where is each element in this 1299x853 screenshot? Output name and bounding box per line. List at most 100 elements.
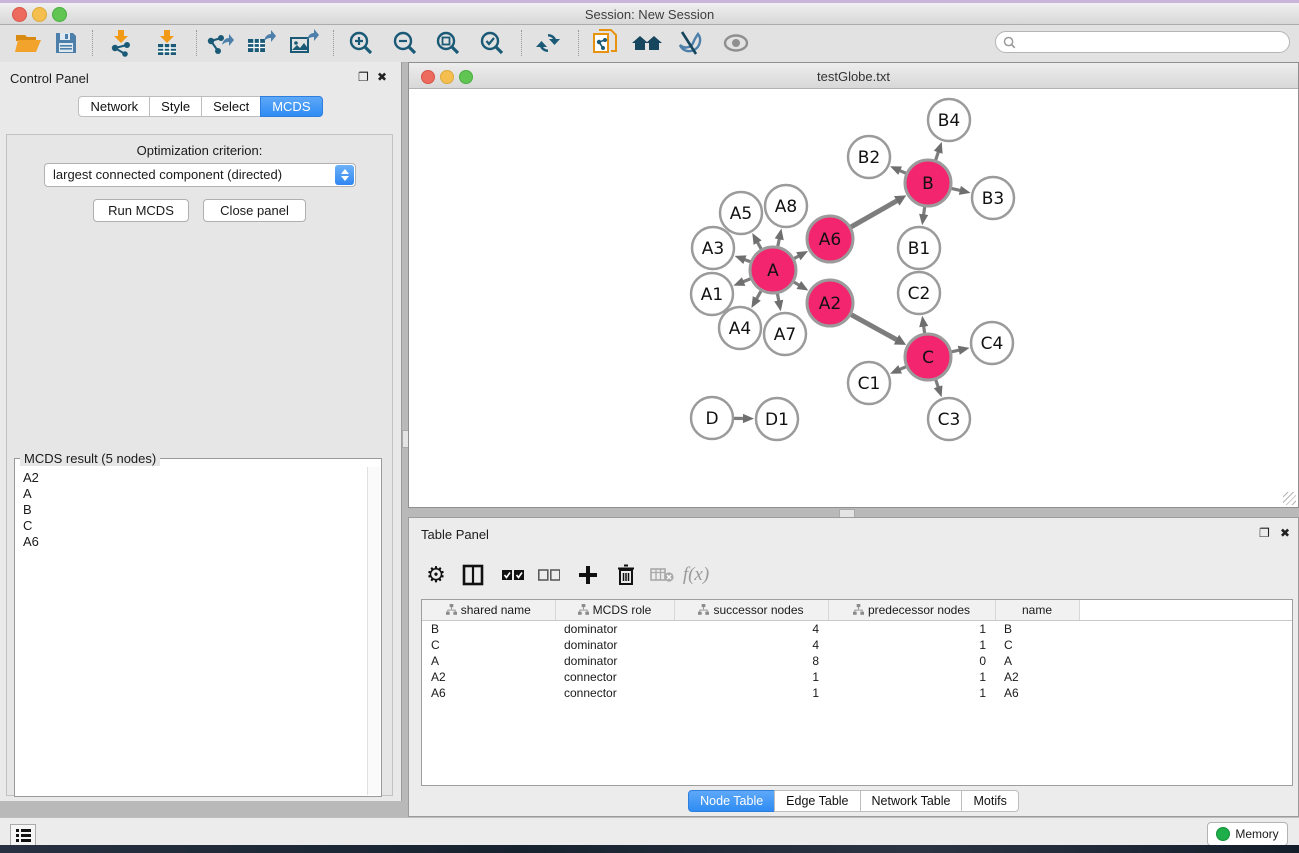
table-cell[interactable]: connector xyxy=(555,669,674,685)
table-cell[interactable]: C xyxy=(422,637,555,653)
table-cell[interactable]: A6 xyxy=(995,685,1079,701)
table-row[interactable]: Bdominator41B xyxy=(422,621,1293,638)
result-item[interactable]: C xyxy=(23,518,368,534)
show-hide-graphics-icon[interactable] xyxy=(719,26,753,60)
table-cell[interactable]: 1 xyxy=(828,637,995,653)
float-panel-icon[interactable]: ❐ xyxy=(358,71,369,83)
table-row[interactable]: A6connector11A6 xyxy=(422,685,1293,701)
import-network-icon[interactable] xyxy=(104,26,138,60)
tab-mcds[interactable]: MCDS xyxy=(260,96,322,117)
table-body[interactable]: Bdominator41BCdominator41CAdominator80AA… xyxy=(422,621,1293,702)
save-session-icon[interactable] xyxy=(49,26,83,60)
create-column-icon[interactable] xyxy=(573,560,603,590)
tab-network-table[interactable]: Network Table xyxy=(860,790,963,812)
result-item[interactable]: B xyxy=(23,502,368,518)
window-resize-grip[interactable] xyxy=(1283,492,1296,505)
table-cell[interactable]: dominator xyxy=(555,653,674,669)
export-network-icon[interactable] xyxy=(202,26,236,60)
function-builder-icon[interactable]: f(x) xyxy=(681,560,711,590)
run-mcds-button[interactable]: Run MCDS xyxy=(93,199,189,222)
show-all-networks-icon[interactable] xyxy=(630,26,664,60)
column-header[interactable]: predecessor nodes xyxy=(828,600,995,621)
float-table-panel-icon[interactable]: ❐ xyxy=(1259,527,1270,539)
graph-edge[interactable] xyxy=(851,315,898,341)
table-cell[interactable]: 1 xyxy=(674,669,828,685)
column-header[interactable]: MCDS role xyxy=(555,600,674,621)
zoom-out-icon[interactable] xyxy=(388,26,422,60)
zoom-in-icon[interactable] xyxy=(344,26,378,60)
column-header[interactable]: name xyxy=(995,600,1079,621)
result-scrollbar[interactable] xyxy=(367,467,380,795)
apply-layout-icon[interactable] xyxy=(531,26,565,60)
table-cell[interactable]: A xyxy=(995,653,1079,669)
table-cell[interactable]: 1 xyxy=(828,669,995,685)
select-all-columns-icon[interactable] xyxy=(498,560,528,590)
delete-columns-icon[interactable] xyxy=(611,560,641,590)
table-cell[interactable]: C xyxy=(995,637,1079,653)
optimization-criterion-dropdown[interactable]: largest connected component (directed) xyxy=(44,163,356,187)
tab-network[interactable]: Network xyxy=(78,96,150,117)
mcds-result-list[interactable]: A2ABCA6 xyxy=(16,467,368,795)
import-table-icon[interactable] xyxy=(150,26,184,60)
result-item[interactable]: A2 xyxy=(23,470,368,486)
table-cell[interactable]: A6 xyxy=(422,685,555,701)
tab-select[interactable]: Select xyxy=(201,96,261,117)
table-cell[interactable]: 8 xyxy=(674,653,828,669)
table-cell[interactable]: A2 xyxy=(995,669,1079,685)
table-cell[interactable]: B xyxy=(422,621,555,638)
table-header[interactable]: shared nameMCDS rolesuccessor nodesprede… xyxy=(422,600,1293,621)
tab-edge-table[interactable]: Edge Table xyxy=(774,790,860,812)
graph-node-label: C xyxy=(922,348,934,368)
close-table-panel-icon[interactable]: ✖ xyxy=(1280,527,1290,539)
deselect-all-columns-icon[interactable] xyxy=(534,560,564,590)
graph-node-label: A1 xyxy=(701,285,723,305)
export-table-icon[interactable] xyxy=(244,26,278,60)
table-cell[interactable]: B xyxy=(995,621,1079,638)
memory-status-icon xyxy=(1216,827,1230,841)
delete-table-icon[interactable] xyxy=(647,560,677,590)
table-cell[interactable]: 1 xyxy=(674,685,828,701)
result-item[interactable]: A xyxy=(23,486,368,502)
open-session-icon[interactable] xyxy=(11,26,45,60)
close-panel-button[interactable]: Close panel xyxy=(203,199,306,222)
graph-node-label: D xyxy=(705,409,718,429)
table-cell[interactable]: 4 xyxy=(674,637,828,653)
table-cell[interactable]: 1 xyxy=(828,621,995,638)
close-panel-icon[interactable]: ✖ xyxy=(377,71,387,83)
table-cell[interactable]: A xyxy=(422,653,555,669)
export-image-icon[interactable] xyxy=(287,26,321,60)
dropdown-stepper-icon[interactable] xyxy=(335,165,354,185)
task-history-button[interactable] xyxy=(10,824,36,846)
zoom-fit-icon[interactable] xyxy=(431,26,465,60)
graph-node-label: C3 xyxy=(938,410,961,430)
result-item[interactable]: A6 xyxy=(23,534,368,550)
table-cell[interactable]: 4 xyxy=(674,621,828,638)
search-input[interactable] xyxy=(1020,34,1274,50)
table-row[interactable]: A2connector11A2 xyxy=(422,669,1293,685)
memory-button[interactable]: Memory xyxy=(1207,822,1288,846)
search-box[interactable] xyxy=(995,31,1290,53)
network-from-selection-icon[interactable] xyxy=(588,26,622,60)
table-cell[interactable]: 0 xyxy=(828,653,995,669)
table-row[interactable]: Adominator80A xyxy=(422,653,1293,669)
attribute-table[interactable]: shared nameMCDS rolesuccessor nodesprede… xyxy=(422,600,1293,701)
toggle-vizmapper-icon[interactable] xyxy=(673,26,707,60)
table-row[interactable]: Cdominator41C xyxy=(422,637,1293,653)
table-cell[interactable]: dominator xyxy=(555,637,674,653)
app-titlebar: Session: New Session xyxy=(0,3,1299,25)
zoom-selected-icon[interactable] xyxy=(475,26,509,60)
show-column-panel-icon[interactable] xyxy=(458,560,488,590)
status-bar: Memory xyxy=(0,817,1299,845)
tab-style[interactable]: Style xyxy=(149,96,202,117)
column-header[interactable]: shared name xyxy=(422,600,555,621)
table-cell[interactable]: connector xyxy=(555,685,674,701)
column-header[interactable]: successor nodes xyxy=(674,600,828,621)
table-cell[interactable]: dominator xyxy=(555,621,674,638)
network-graph[interactable]: B4B2BB3A5A8A6A3B1AA1C2A2A4A7C4CC1C3DD1 xyxy=(409,89,1298,507)
tab-node-table[interactable]: Node Table xyxy=(688,790,775,812)
table-cell[interactable]: 1 xyxy=(828,685,995,701)
tab-motifs[interactable]: Motifs xyxy=(961,790,1018,812)
graph-edge[interactable] xyxy=(851,200,899,227)
table-cell[interactable]: A2 xyxy=(422,669,555,685)
table-options-icon[interactable]: ⚙ xyxy=(421,560,451,590)
